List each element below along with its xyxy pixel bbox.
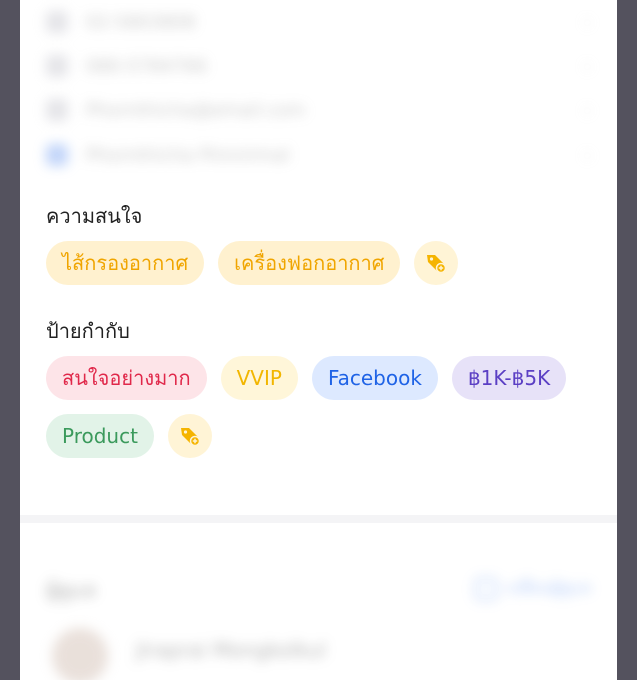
edit-icon — [475, 577, 498, 600]
contact-phone-row[interactable]: 02-5803808 › — [46, 8, 591, 36]
interests-title: ความสนใจ — [46, 204, 143, 228]
chevron-right-icon: › — [583, 11, 591, 33]
owner-name: Jiraprai Mongkolkul — [136, 638, 326, 662]
tag-chip[interactable]: สนใจอย่างมาก — [46, 356, 207, 400]
interests-chip-list: ไส้กรองอากาศ เครื่องฟอกอากาศ — [46, 241, 597, 285]
mail-icon — [46, 99, 68, 121]
change-owner-label: เปลี่ยนผู้ดูแล — [505, 578, 591, 597]
contact-mobile-row[interactable]: 080-5784766 › — [46, 52, 591, 80]
interest-chip[interactable]: ไส้กรองอากาศ — [46, 241, 205, 285]
contact-detail-sheet: 02-5803808 › 080-5784766 › Phornthicha@e… — [20, 0, 617, 680]
owner-section-title: ผู้ดูแล — [46, 578, 96, 602]
contact-facebook-row[interactable]: Phornthicha Pimnirmal › — [46, 141, 591, 169]
facebook-icon — [46, 144, 68, 166]
change-owner-button[interactable]: เปลี่ยนผู้ดูแล — [475, 576, 591, 601]
contact-facebook-text: Phornthicha Pimnirmal — [86, 144, 290, 166]
tag-chip[interactable]: VVIP — [220, 356, 298, 400]
add-interest-button[interactable] — [414, 241, 459, 285]
tag-chip[interactable]: ฿1K-฿5K — [451, 356, 567, 400]
contact-email-row[interactable]: Phornthicha@email.com › — [46, 96, 591, 124]
contact-mobile-text: 080-5784766 — [86, 55, 208, 77]
chevron-right-icon: › — [583, 144, 591, 166]
contact-email-text: Phornthicha@email.com — [86, 99, 306, 121]
section-divider — [20, 515, 617, 523]
interest-chip[interactable]: เครื่องฟอกอากาศ — [218, 241, 401, 285]
mobile-icon — [46, 55, 68, 77]
phone-icon — [46, 11, 68, 33]
contact-phone-text: 02-5803808 — [86, 11, 196, 33]
tag-chip[interactable]: Facebook — [311, 356, 438, 400]
tag-add-icon — [180, 428, 201, 447]
tag-add-icon — [427, 255, 447, 274]
chevron-right-icon: › — [583, 55, 591, 77]
tag-chip[interactable]: Product — [46, 414, 154, 458]
tags-title: ป้ายกำกับ — [46, 319, 130, 343]
add-tag-button[interactable] — [167, 414, 212, 458]
avatar — [52, 628, 108, 680]
chevron-right-icon: › — [583, 99, 591, 121]
tags-chip-list: สนใจอย่างมาก VVIP Facebook ฿1K-฿5K Produ… — [46, 356, 597, 458]
